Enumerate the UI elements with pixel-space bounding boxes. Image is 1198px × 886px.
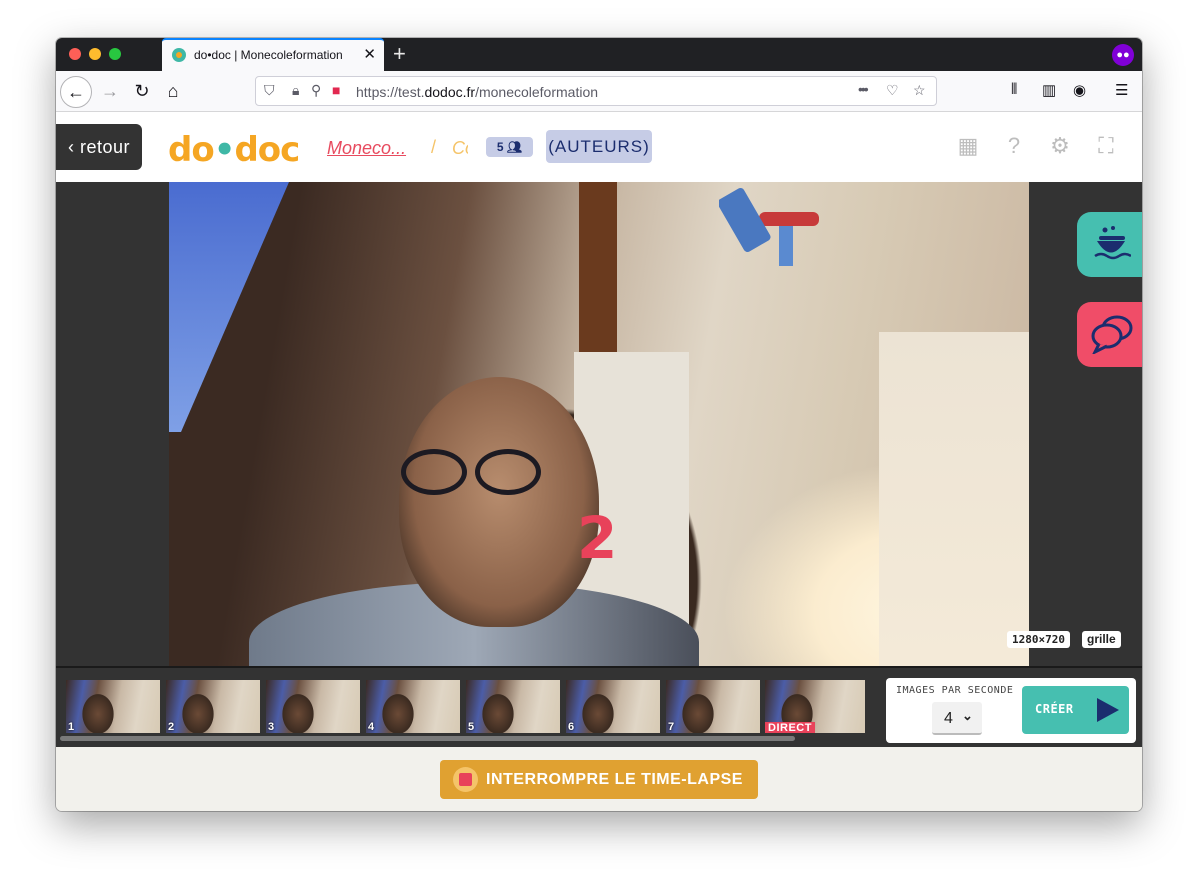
camera-scene-face [399, 377, 599, 627]
breadcrumb-separator: / [431, 137, 437, 157]
frame-number: 3 [268, 721, 275, 733]
page-actions-icon[interactable]: ••• [858, 81, 869, 97]
frame-number: 6 [568, 721, 575, 733]
grid-toggle-button[interactable]: grille [1082, 631, 1121, 648]
bookmark-star-icon[interactable]: ☆ [913, 82, 926, 99]
account-icon[interactable]: ◉ [1073, 81, 1086, 99]
camera-sharing-icon[interactable]: ■ [332, 82, 340, 98]
frame-thumbnail[interactable]: 6 [566, 680, 660, 733]
frame-number: 1 [68, 721, 75, 733]
dodoc-logo[interactable]: do•doc [168, 130, 300, 170]
pocket-icon[interactable]: ♡ [886, 82, 899, 99]
forward-button[interactable]: → [94, 75, 126, 107]
stop-timelapse-button[interactable]: INTERROMPRE LE TIME-LAPSE [440, 760, 758, 799]
back-button[interactable]: ← [60, 76, 92, 108]
tab-title: do•doc | Monecoleformation [194, 48, 343, 62]
play-icon [1097, 698, 1119, 722]
app-header: ‹ retour do•doc Moneco... / Co 5 👥︎ (AUT… [56, 112, 1142, 182]
browser-window: do•doc | Monecoleformation ✕ + ●● ← → ↻ … [56, 38, 1142, 811]
frame-number: 4 [368, 721, 375, 733]
users-icon: 👥︎ [506, 140, 523, 154]
frame-thumbnail[interactable]: 7 [666, 680, 760, 733]
countdown-number: 2 [577, 504, 618, 572]
browser-tab[interactable]: do•doc | Monecoleformation ✕ [162, 38, 384, 71]
settings-gear-icon[interactable]: ⚙ [1048, 134, 1072, 158]
capture-footer: INTERROMPRE LE TIME-LAPSE [56, 747, 1142, 811]
help-icon[interactable]: ? [1002, 134, 1026, 158]
create-label: CRÉER [1035, 702, 1074, 716]
frame-number: 2 [168, 721, 175, 733]
url-text[interactable]: https://test.dodoc.fr/monecoleformation [356, 84, 598, 100]
camera-scene-shelf [879, 332, 1029, 666]
home-button[interactable]: ⌂ [157, 75, 189, 107]
camera-preview[interactable]: 2 [169, 182, 1029, 666]
frame-thumbnail[interactable]: 4 [366, 680, 460, 733]
menu-icon[interactable]: ☰ [1115, 81, 1128, 99]
frame-number: 5 [468, 721, 475, 733]
browser-toolbar: ← → ↻ ⌂ ⛉ 🔒︎ ⚲ ■ https://test.dodoc.fr/m… [56, 71, 1142, 112]
chat-tab[interactable] [1077, 302, 1142, 367]
fps-label: IMAGES PAR SECONDE [896, 685, 1014, 696]
dodoc-favicon-icon [172, 48, 186, 62]
capture-stage: 2 1280×720 grille [56, 182, 1142, 666]
tab-close-icon[interactable]: ✕ [363, 45, 376, 63]
filmstrip-scrollbar[interactable] [60, 736, 795, 741]
fullscreen-icon[interactable]: ⛶ [1094, 134, 1118, 158]
zoom-window-button[interactable] [109, 48, 121, 60]
authors-count-badge[interactable]: 5 👥︎ [486, 137, 533, 157]
frame-number: 7 [668, 721, 675, 733]
close-window-button[interactable] [69, 48, 81, 60]
chevron-down-icon: ⌄ [962, 708, 973, 723]
breadcrumb-current: Co [452, 138, 468, 158]
breadcrumb-project-link[interactable]: Moneco... [327, 138, 406, 159]
frame-thumbnail[interactable]: 3 [266, 680, 360, 733]
library-icon[interactable]: ⫴ [1011, 81, 1017, 98]
filmstrip: 1 2 3 4 5 6 7 DIRECT IMAGES PAR SECONDE … [56, 666, 1142, 747]
fps-select[interactable]: 4 ⌄ [932, 702, 982, 735]
qr-code-icon[interactable]: ▦ [956, 134, 980, 158]
title-bar: do•doc | Monecoleformation ✕ + ●● [56, 38, 1142, 71]
camera-scene-skylight [169, 182, 289, 432]
frame-thumbnail[interactable]: 2 [166, 680, 260, 733]
live-label: DIRECT [765, 722, 815, 733]
live-frame-thumbnail[interactable]: DIRECT [765, 680, 865, 733]
cauldron-icon [1094, 226, 1131, 260]
create-button[interactable]: CRÉER [1022, 686, 1129, 734]
lock-icon[interactable]: 🔒︎ [292, 82, 299, 99]
stop-timelapse-label: INTERROMPRE LE TIME-LAPSE [486, 771, 743, 788]
chat-bubbles-icon [1091, 315, 1133, 354]
export-panel: IMAGES PAR SECONDE 4 ⌄ CRÉER [886, 678, 1136, 743]
reload-button[interactable]: ↻ [126, 75, 158, 107]
url-bar[interactable]: ⛉ 🔒︎ ⚲ ■ https://test.dodoc.fr/monecolef… [255, 76, 937, 106]
camera-scene-glasses [391, 449, 551, 495]
back-retour-button[interactable]: ‹ retour [56, 124, 142, 170]
camera-scene-toy-plane [719, 187, 819, 266]
media-library-tab[interactable] [1077, 212, 1142, 277]
sidebar-icon[interactable]: ▥ [1042, 81, 1056, 99]
camera-scene-beam [579, 182, 617, 352]
stop-icon [453, 767, 478, 792]
resolution-badge: 1280×720 [1007, 631, 1070, 648]
shield-icon[interactable]: ⛉ [264, 82, 275, 99]
frame-thumbnail[interactable]: 1 [66, 680, 160, 733]
new-tab-button[interactable]: + [393, 41, 406, 67]
fps-value: 4 [944, 710, 953, 727]
permissions-icon[interactable]: ⚲ [311, 82, 321, 99]
minimize-window-button[interactable] [89, 48, 101, 60]
authors-button[interactable]: (AUTEURS) [546, 130, 652, 163]
frame-thumbnail[interactable]: 5 [466, 680, 560, 733]
private-browsing-icon: ●● [1112, 44, 1134, 66]
